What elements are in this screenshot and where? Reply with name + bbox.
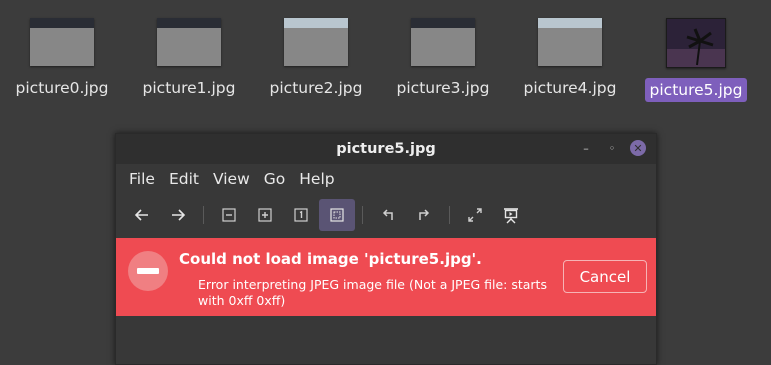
zoom-out-icon — [222, 208, 236, 222]
image-thumbnail — [30, 18, 94, 66]
file-name-label: picture1.jpg — [142, 79, 236, 97]
title-bar[interactable]: picture5.jpg – ◦ ✕ — [116, 134, 656, 164]
file-name-label: picture4.jpg — [523, 79, 617, 97]
rotate-left-button[interactable] — [370, 199, 406, 231]
toolbar — [116, 194, 656, 236]
image-thumbnail — [411, 18, 475, 66]
fullscreen-icon — [468, 208, 482, 222]
toolbar-separator — [362, 206, 363, 224]
rotate-right-button[interactable] — [406, 199, 442, 231]
menu-help[interactable]: Help — [292, 170, 341, 188]
file-item-picture5[interactable]: picture5.jpg — [636, 18, 756, 102]
forward-arrow-icon — [172, 209, 186, 221]
file-item-picture3[interactable]: picture3.jpg — [383, 18, 503, 100]
menu-edit[interactable]: Edit — [162, 170, 206, 188]
rotate-left-icon — [382, 209, 393, 220]
zoom-out-button[interactable] — [211, 199, 247, 231]
image-thumbnail — [666, 18, 726, 68]
zoom-normal-button[interactable] — [283, 199, 319, 231]
file-name-label: picture3.jpg — [396, 79, 490, 97]
minimize-button[interactable]: – — [578, 140, 594, 156]
back-arrow-icon — [134, 209, 148, 221]
menu-go[interactable]: Go — [257, 170, 293, 188]
file-item-picture2[interactable]: picture2.jpg — [256, 18, 376, 100]
file-name-label: picture0.jpg — [15, 79, 109, 97]
image-thumbnail — [284, 18, 348, 66]
error-message: Error interpreting JPEG image file (Not … — [198, 277, 547, 308]
file-name-label: picture2.jpg — [269, 79, 363, 97]
toolbar-separator — [449, 206, 450, 224]
zoom-fit-icon — [330, 208, 344, 222]
file-item-picture0[interactable]: picture0.jpg — [2, 18, 122, 100]
cancel-button[interactable]: Cancel — [563, 260, 647, 293]
window-controls: – ◦ ✕ — [578, 140, 646, 156]
zoom-fit-button[interactable] — [319, 199, 355, 231]
image-thumbnail — [157, 18, 221, 66]
image-thumbnail — [538, 18, 602, 66]
menu-view[interactable]: View — [206, 170, 257, 188]
error-title: Could not load image 'picture5.jpg'. — [179, 250, 482, 268]
back-button[interactable] — [124, 199, 160, 231]
window-title: picture5.jpg — [336, 141, 436, 157]
file-name-label-selected: picture5.jpg — [644, 78, 748, 102]
zoom-in-button[interactable] — [247, 199, 283, 231]
error-infobar: Could not load image 'picture5.jpg'. Err… — [116, 238, 656, 316]
toolbar-separator — [203, 206, 204, 224]
menu-bar: File Edit View Go Help — [116, 164, 656, 194]
slideshow-button[interactable] — [493, 199, 529, 231]
restore-button[interactable]: ◦ — [604, 140, 620, 156]
image-display-area — [116, 316, 656, 364]
zoom-normal-icon — [294, 208, 308, 222]
slideshow-icon — [504, 208, 518, 224]
file-item-picture4[interactable]: picture4.jpg — [510, 18, 630, 100]
file-item-picture1[interactable]: picture1.jpg — [129, 18, 249, 100]
zoom-in-icon — [258, 208, 272, 222]
rotate-right-icon — [419, 209, 430, 220]
close-button[interactable]: ✕ — [630, 140, 646, 156]
image-viewer-window: picture5.jpg – ◦ ✕ File Edit View Go Hel… — [115, 133, 657, 365]
fullscreen-button[interactable] — [457, 199, 493, 231]
forward-button[interactable] — [160, 199, 196, 231]
menu-file[interactable]: File — [122, 170, 162, 188]
error-icon — [128, 251, 168, 291]
